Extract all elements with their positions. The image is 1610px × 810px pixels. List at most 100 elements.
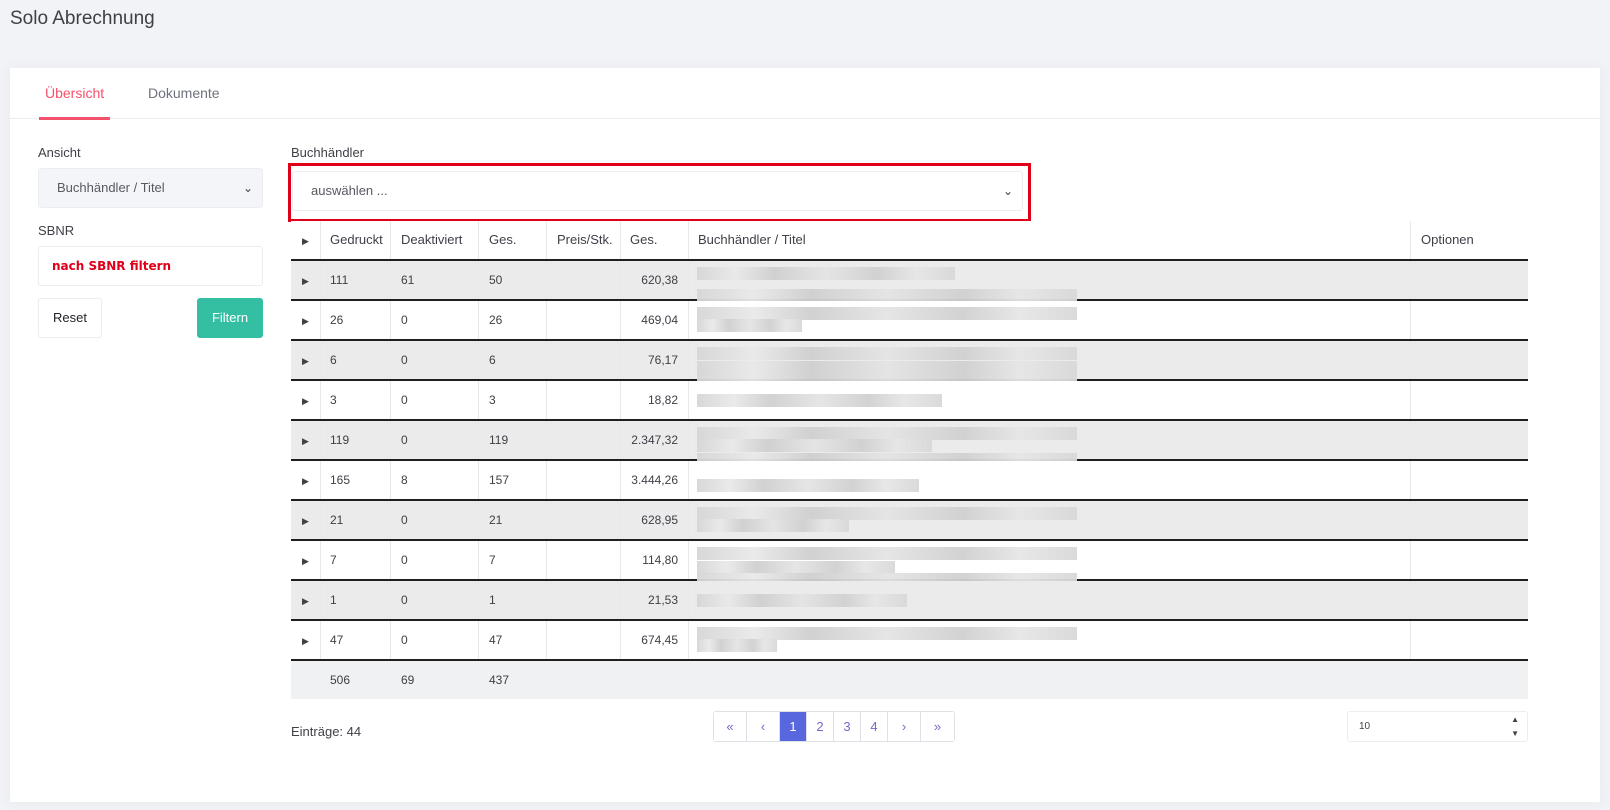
cell-preis [547,581,621,619]
last-page-button[interactable]: » [921,712,954,741]
table-row[interactable]: ▶ 165 8 157 3.444,26 [291,461,1528,501]
cell-optionen [1411,421,1528,459]
table-row[interactable]: ▶ 1 0 1 21,53 [291,581,1528,621]
expand-row-icon[interactable]: ▶ [291,261,321,299]
cell-preis [547,381,621,419]
cell-gedruckt: 3 [321,381,391,419]
expand-row-icon[interactable]: ▶ [291,461,321,499]
expand-row-icon[interactable]: ▶ [291,621,321,659]
page-button-3[interactable]: 3 [834,712,861,741]
col-preis[interactable]: Preis/Stk. [547,221,621,259]
cell-gedruckt: 1 [321,581,391,619]
cell-gedruckt: 47 [321,621,391,659]
page-button-2[interactable]: 2 [807,712,834,741]
cell-deaktiviert: 0 [391,501,479,539]
cell-ges: 6 [479,341,547,379]
expand-row-icon[interactable]: ▶ [291,501,321,539]
cell-ges: 3 [479,381,547,419]
cell-ges-sum: 674,45 [621,621,689,659]
tab-bar: Übersicht Dokumente [10,68,1600,120]
table-row[interactable]: ▶ 21 0 21 628,95 [291,501,1528,541]
expand-all-icon[interactable]: ▶ [291,221,321,259]
table-row[interactable]: ▶ 3 0 3 18,82 [291,381,1528,421]
col-ges[interactable]: Ges. [479,221,547,259]
cell-deaktiviert: 0 [391,621,479,659]
cell-gedruckt: 7 [321,541,391,579]
cell-deaktiviert: 0 [391,421,479,459]
table-body: ▶ 111 61 50 620,38 ▶ 26 0 26 469,04 ▶ 6 0 6 76,17 ▶ 3 0 3 1… [291,261,1528,661]
total-ges: 437 [489,673,510,687]
expand-row-icon[interactable]: ▶ [291,541,321,579]
page-button-4[interactable]: 4 [861,712,888,741]
cell-optionen [1411,261,1528,299]
expand-row-icon[interactable]: ▶ [291,301,321,339]
buchhaendler-select-value: auswählen ... [311,183,388,198]
cell-ges: 1 [479,581,547,619]
cell-ges-sum: 21,53 [621,581,689,619]
cell-deaktiviert: 0 [391,341,479,379]
redacted-text [697,639,777,652]
cell-ges: 47 [479,621,547,659]
table-row[interactable]: ▶ 7 0 7 114,80 [291,541,1528,586]
cell-preis [547,421,621,459]
cell-gedruckt: 165 [321,461,391,499]
cell-ges: 50 [479,261,547,299]
tab-dokumente[interactable]: Dokumente [142,68,226,120]
cell-preis [547,341,621,379]
table-row[interactable]: ▶ 119 0 119 2.347,32 [291,421,1528,466]
cell-optionen [1411,621,1528,659]
main-card: Übersicht Dokumente Ansicht Buchhändler … [10,68,1600,802]
pagination: « ‹ 1 2 3 4 › » [713,711,955,742]
filter-button[interactable]: Filtern [197,298,263,338]
reset-button[interactable]: Reset [38,298,102,338]
cell-optionen [1411,381,1528,419]
cell-deaktiviert: 0 [391,581,479,619]
prev-page-button[interactable]: ‹ [747,712,780,741]
sbnr-label: SBNR [38,223,75,238]
cell-ges: 7 [479,541,547,579]
col-ges-sum[interactable]: Ges. [621,221,689,259]
tab-uebersicht[interactable]: Übersicht [39,68,111,120]
cell-preis [547,261,621,299]
col-buchhaendler-titel[interactable]: Buchhändler / Titel [689,221,1411,259]
table-row[interactable]: ▶ 26 0 26 469,04 [291,301,1528,341]
expand-row-icon[interactable]: ▶ [291,581,321,619]
next-page-button[interactable]: › [888,712,921,741]
page-size-select[interactable]: 10 ▲ ▼ [1347,711,1528,742]
redacted-text [697,519,849,532]
page-button-1[interactable]: 1 [780,712,807,741]
updown-icon: ▲ ▼ [1511,715,1519,738]
cell-ges-sum: 76,17 [621,341,689,379]
table-row[interactable]: ▶ 111 61 50 620,38 [291,261,1528,302]
cell-gedruckt: 111 [321,261,391,299]
cell-ges-sum: 620,38 [621,261,689,299]
col-optionen: Optionen [1421,232,1474,247]
table-row[interactable]: ▶ 6 0 6 76,17 [291,341,1528,386]
redacted-text [697,547,1077,560]
table-row[interactable]: ▶ 47 0 47 674,45 [291,621,1528,661]
cell-ges-sum: 469,04 [621,301,689,339]
entries-count: Einträge: 44 [291,724,362,739]
col-deaktiviert[interactable]: Deaktiviert [391,221,479,259]
ansicht-select[interactable]: Buchhändler / Titel ⌄ [38,168,263,208]
sbnr-input[interactable]: nach SBNR filtern [38,246,263,286]
chevron-down-icon: ⌄ [1002,184,1013,198]
cell-preis [547,541,621,579]
cell-gedruckt: 26 [321,301,391,339]
total-gedruckt: 506 [330,673,351,687]
page-title: Solo Abrechnung [10,8,155,29]
col-gedruckt[interactable]: Gedruckt [321,221,391,259]
expand-row-icon[interactable]: ▶ [291,381,321,419]
buchhaendler-select[interactable]: auswählen ... ⌄ [292,171,1023,211]
cell-deaktiviert: 0 [391,541,479,579]
first-page-button[interactable]: « [714,712,747,741]
expand-row-icon[interactable]: ▶ [291,341,321,379]
expand-row-icon[interactable]: ▶ [291,421,321,459]
cell-ges-sum: 18,82 [621,381,689,419]
cell-preis [547,621,621,659]
cell-gedruckt: 119 [321,421,391,459]
redacted-text [697,319,802,332]
cell-deaktiviert: 61 [391,261,479,299]
cell-deaktiviert: 0 [391,381,479,419]
cell-deaktiviert: 8 [391,461,479,499]
